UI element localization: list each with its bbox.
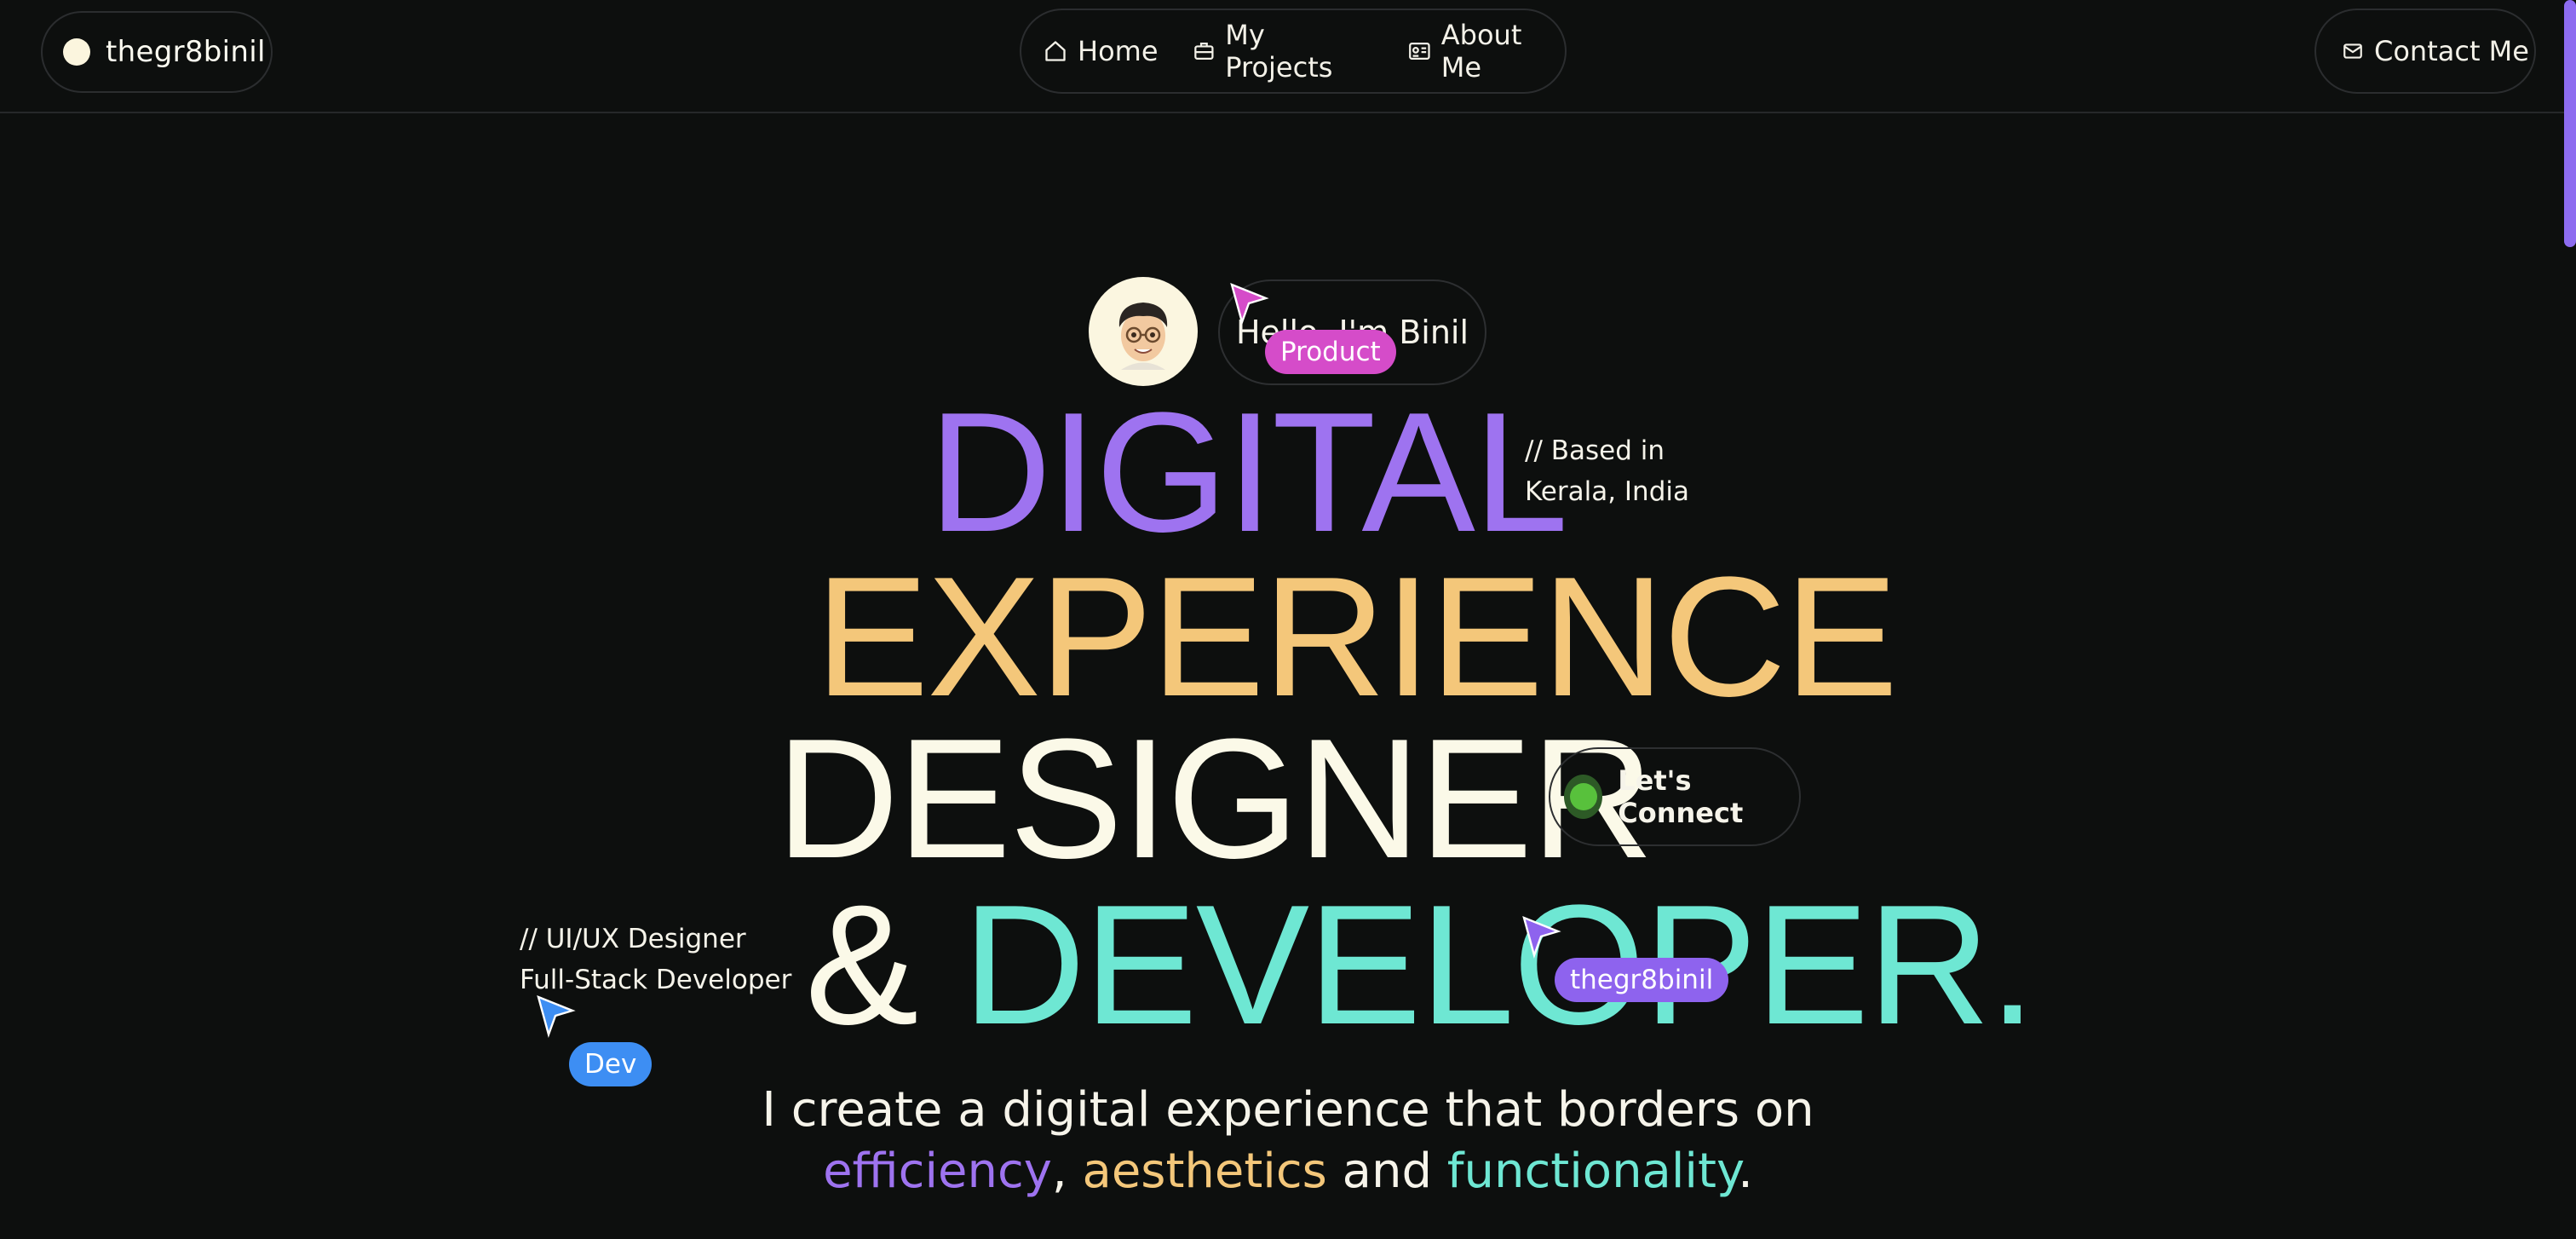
headline-ampersand: & xyxy=(805,870,918,1060)
contact-me-button[interactable]: Contact Me xyxy=(2314,9,2536,94)
roles-note: // UI/UX Designer Full-Stack Developer xyxy=(520,919,791,1000)
cursor-tag-thegr8binil: thegr8binil xyxy=(1555,958,1729,1002)
nav-item-label: My Projects xyxy=(1225,19,1333,84)
roles-note-line1: // UI/UX Designer xyxy=(520,924,746,954)
id-card-icon xyxy=(1409,42,1430,61)
cursor-tag-dev: Dev xyxy=(569,1042,653,1086)
tagline-word-aesthetics: aesthetics xyxy=(1082,1144,1327,1199)
memoji-avatar-icon xyxy=(1118,303,1168,370)
location-note-line2: Kerala, India xyxy=(1525,476,1689,507)
cursor-tag-product: Product xyxy=(1265,330,1396,374)
lets-connect-button[interactable]: Let's Connect xyxy=(1549,747,1801,846)
status-dot-icon xyxy=(1564,775,1603,819)
nav-item-label: Home xyxy=(1078,35,1159,67)
brand-name: thegr8binil xyxy=(106,35,266,69)
brand-link[interactable]: thegr8binil xyxy=(41,11,273,93)
location-note-line1: // Based in xyxy=(1525,435,1665,466)
cursor-pointer-icon xyxy=(1230,282,1269,326)
nav-item-home[interactable]: Home xyxy=(1044,35,1159,67)
tagline-period: . xyxy=(1738,1144,1753,1199)
nav-item-my-projects[interactable]: My Projects xyxy=(1193,19,1375,84)
tagline-line2: efficiency, aesthetics and functionality… xyxy=(0,1144,2576,1199)
mail-icon xyxy=(2343,43,2362,59)
brand-dot-icon xyxy=(63,38,90,66)
headline-digital: DIGITAL xyxy=(929,377,1568,568)
briefcase-icon xyxy=(1193,42,1214,61)
nav-item-label: About Me xyxy=(1440,19,1522,84)
main-nav: Home My Projects About Me xyxy=(1020,9,1567,94)
tagline-separator: and xyxy=(1326,1144,1447,1199)
location-note: // Based in Kerala, India xyxy=(1525,430,1689,512)
cursor-pointer-icon xyxy=(537,994,576,1038)
lets-connect-label: Let's Connect xyxy=(1618,764,1744,829)
tagline-word-functionality: functionality xyxy=(1446,1144,1739,1199)
nav-item-about-me[interactable]: About Me xyxy=(1408,19,1565,84)
headline-developer: DEVELOPER. xyxy=(963,870,2036,1060)
top-navbar: thegr8binil Home My Projects About Me Co… xyxy=(0,0,2576,113)
cursor-pointer-icon xyxy=(1522,915,1561,959)
tagline-separator: , xyxy=(1051,1144,1083,1199)
scrollbar-thumb[interactable] xyxy=(2564,0,2576,247)
tagline-word-efficiency: efficiency xyxy=(823,1144,1052,1199)
headline-designer: DESIGNER xyxy=(776,704,1654,894)
tagline-line1: I create a digital experience that borde… xyxy=(762,1082,1814,1138)
contact-me-label: Contact Me xyxy=(2374,35,2529,67)
headline-experience: EXPERIENCE xyxy=(815,542,1898,732)
home-icon xyxy=(1045,41,1066,61)
avatar xyxy=(1089,277,1198,386)
